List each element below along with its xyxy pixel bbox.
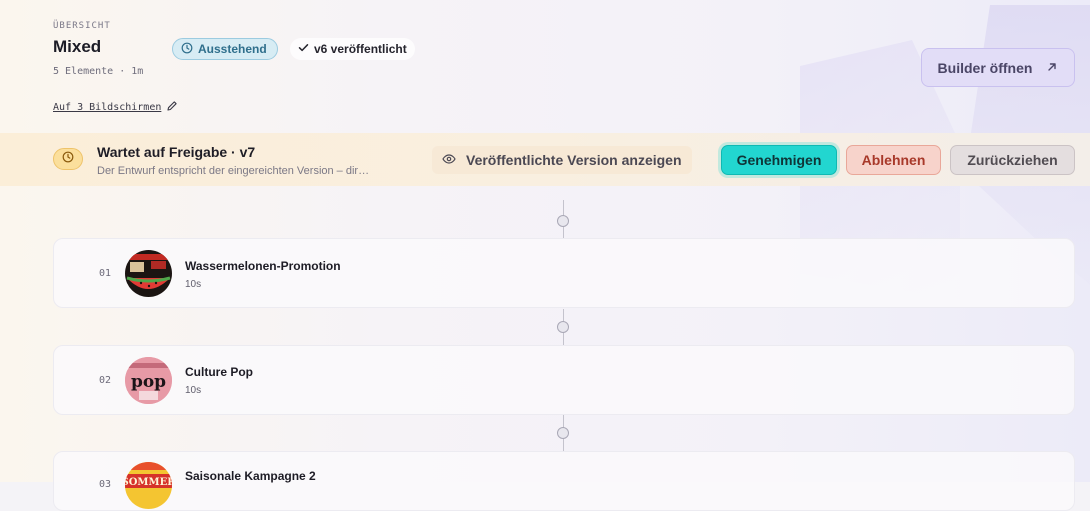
status-badge: Ausstehend <box>172 38 278 60</box>
clock-icon <box>181 42 193 57</box>
playlist-item[interactable]: 03 SOMMER Saisonale Kampagne 2 <box>53 451 1075 511</box>
page-title: Mixed <box>53 37 102 56</box>
published-version-badge: v6 veröffentlicht <box>290 38 415 60</box>
section-eyebrow: ÜBERSICHT <box>53 21 111 31</box>
item-duration: 10s <box>185 279 202 290</box>
playlist-meta: 5 Elemente · 1m <box>53 66 144 77</box>
item-number: 03 <box>99 479 112 490</box>
approve-button[interactable]: Genehmigen <box>721 145 837 175</box>
approval-status-icon <box>53 148 83 170</box>
open-builder-label: Builder öffnen <box>937 59 1033 76</box>
status-badge-label: Ausstehend <box>198 42 267 56</box>
playlist-item[interactable]: 02 pop Culture Pop 10s <box>53 345 1075 415</box>
item-number: 02 <box>99 375 112 386</box>
item-thumbnail <box>125 250 172 297</box>
item-name: Wassermelonen-Promotion <box>185 259 341 273</box>
withdraw-button[interactable]: Zurückziehen <box>950 145 1075 175</box>
timeline-node[interactable] <box>557 427 569 439</box>
eye-icon <box>442 152 456 168</box>
clock-icon <box>62 150 74 168</box>
item-name: Culture Pop <box>185 365 253 379</box>
pencil-icon <box>166 100 178 115</box>
view-published-button[interactable]: Veröffentlichte Version anzeigen <box>432 146 692 174</box>
item-duration: 10s <box>185 385 202 396</box>
thumbnail-text: pop <box>131 372 166 392</box>
screens-link[interactable]: Auf 3 Bildschirmen <box>53 100 178 115</box>
published-badge-label: v6 veröffentlicht <box>314 42 407 56</box>
arrow-up-right-icon <box>1046 60 1058 76</box>
item-name: Saisonale Kampagne 2 <box>185 469 316 483</box>
open-builder-button[interactable]: Builder öffnen <box>921 48 1075 87</box>
approval-subtitle: Der Entwurf entspricht der eingereichten… <box>97 165 370 177</box>
reject-button[interactable]: Ablehnen <box>846 145 941 175</box>
approval-title: Wartet auf Freigabe · v7 <box>97 144 256 160</box>
check-icon <box>298 42 309 56</box>
screens-link-label: Auf 3 Bildschirmen <box>53 102 162 113</box>
view-published-label: Veröffentlichte Version anzeigen <box>466 152 682 168</box>
item-thumbnail: pop <box>125 357 172 404</box>
item-number: 01 <box>99 268 112 279</box>
item-thumbnail: SOMMER <box>125 462 172 509</box>
timeline-node[interactable] <box>557 215 569 227</box>
timeline-node[interactable] <box>557 321 569 333</box>
playlist-item[interactable]: 01 Wassermelonen-Promotion 10s <box>53 238 1075 308</box>
thumbnail-text: SOMMER <box>125 477 172 488</box>
